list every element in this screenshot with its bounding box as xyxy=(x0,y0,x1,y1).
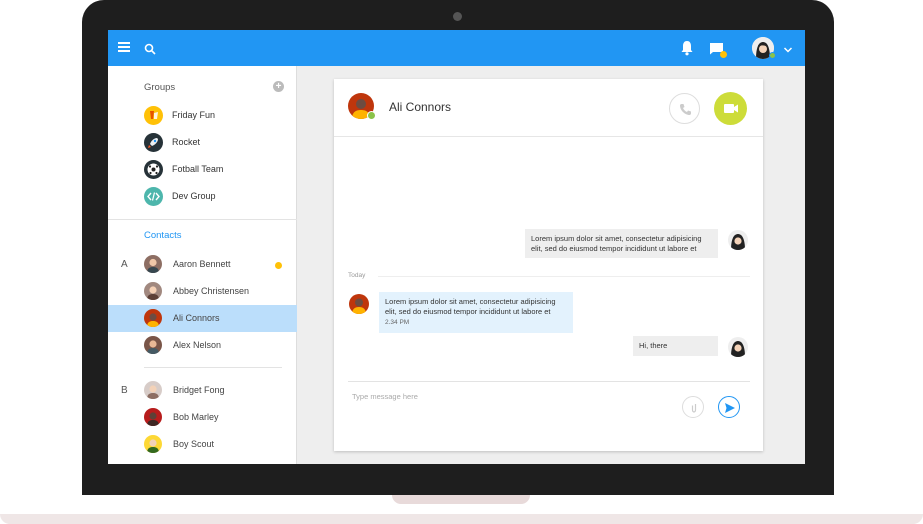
contact-item-bob-marley[interactable]: Bob Marley xyxy=(108,404,297,431)
chat-notification-dot xyxy=(720,51,727,58)
unread-dot xyxy=(275,262,282,269)
laptop-base xyxy=(0,514,923,524)
date-divider xyxy=(378,276,750,277)
send-icon xyxy=(725,403,735,413)
laptop-notch xyxy=(392,495,530,504)
sidebar: Groups + Friday Fun Rocket Fotball Team … xyxy=(108,66,297,464)
avatar xyxy=(728,230,748,250)
contact-item-boy-scout[interactable]: Boy Scout xyxy=(108,431,297,458)
avatar xyxy=(144,282,162,300)
message-timestamp: 2.34 PM xyxy=(385,319,410,326)
chat-panel: Ali Connors Lorem ipsum dolor sit amet, … xyxy=(334,79,763,451)
search-icon[interactable] xyxy=(144,42,160,58)
message-outgoing: Hi, there xyxy=(633,336,718,356)
avatar xyxy=(728,337,748,357)
letter-divider xyxy=(144,367,282,368)
avatar xyxy=(144,408,162,426)
contact-item-aaron-bennett[interactable]: Aaron Bennett xyxy=(108,251,297,278)
attach-button[interactable] xyxy=(682,396,704,418)
contacts-heading: Contacts xyxy=(144,230,182,241)
message-input[interactable] xyxy=(352,389,652,403)
video-camera-icon xyxy=(724,104,738,113)
drink-icon xyxy=(144,106,163,125)
phone-icon xyxy=(680,104,691,115)
paperclip-icon xyxy=(691,404,697,413)
group-item-fotball-team[interactable]: Fotball Team xyxy=(144,160,294,180)
online-status-dot xyxy=(769,52,776,59)
video-call-button[interactable] xyxy=(714,92,747,125)
avatar xyxy=(144,381,162,399)
rocket-icon xyxy=(144,133,163,152)
voice-call-button[interactable] xyxy=(669,93,700,124)
menu-icon[interactable] xyxy=(118,40,134,56)
webcam xyxy=(453,12,462,21)
contact-item-alex-nelson[interactable]: Alex Nelson xyxy=(108,332,297,359)
code-icon xyxy=(144,187,163,206)
message-text: Lorem ipsum dolor sit amet, consectetur … xyxy=(385,297,556,316)
chevron-down-icon[interactable] xyxy=(783,42,799,58)
send-button[interactable] xyxy=(718,396,740,418)
add-group-icon[interactable]: + xyxy=(273,81,284,92)
chat-contact-name: Ali Connors xyxy=(389,100,452,114)
avatar xyxy=(349,294,369,314)
message-incoming: Lorem ipsum dolor sit amet, consectetur … xyxy=(379,292,573,333)
contact-item-abbey-christensen[interactable]: Abbey Christensen xyxy=(108,278,297,305)
message-outgoing: Lorem ipsum dolor sit amet, consectetur … xyxy=(525,229,718,258)
avatar xyxy=(144,435,162,453)
group-item-dev-group[interactable]: Dev Group xyxy=(144,187,294,207)
bell-icon[interactable] xyxy=(680,40,696,56)
online-status-dot xyxy=(367,111,376,120)
soccer-ball-icon xyxy=(144,160,163,179)
date-divider-label: Today xyxy=(348,272,366,279)
section-divider xyxy=(108,219,297,220)
avatar xyxy=(144,255,162,273)
composer-divider xyxy=(348,381,750,382)
group-item-rocket[interactable]: Rocket xyxy=(144,133,294,153)
top-bar xyxy=(108,30,805,66)
app-screen: Groups + Friday Fun Rocket Fotball Team … xyxy=(108,30,805,464)
contact-item-bridget-fong[interactable]: Bridget Fong xyxy=(108,377,297,404)
avatar xyxy=(144,309,162,327)
contact-item-ali-connors[interactable]: Ali Connors xyxy=(108,305,297,332)
avatar xyxy=(144,336,162,354)
chat-header: Ali Connors xyxy=(334,79,763,137)
group-item-friday-fun[interactable]: Friday Fun xyxy=(144,106,294,126)
groups-heading: Groups xyxy=(144,82,176,93)
